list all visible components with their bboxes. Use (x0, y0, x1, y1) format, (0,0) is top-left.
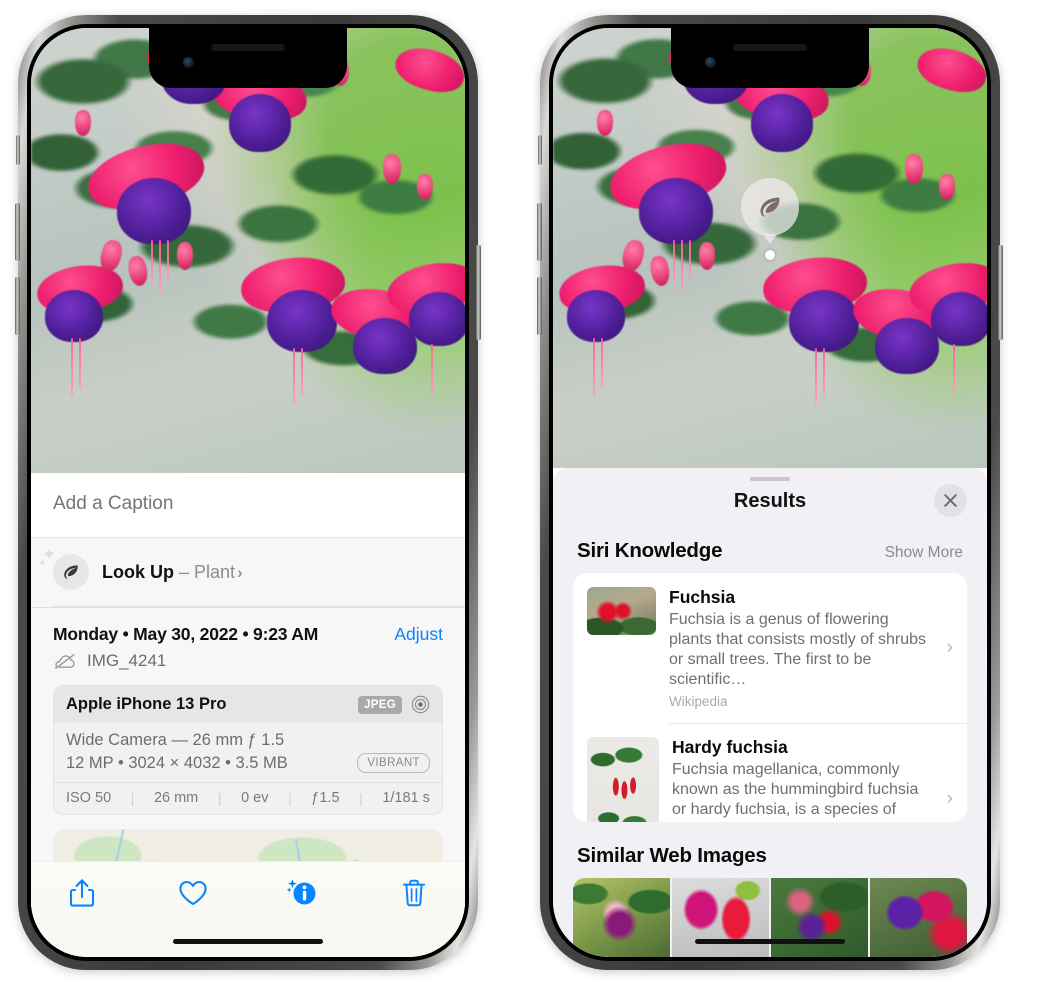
caption-input[interactable] (53, 493, 443, 515)
exif-header: Apple iPhone 13 Pro JPEG (54, 686, 442, 723)
result-source: Wikipedia (669, 694, 728, 710)
exif-separator: | (359, 790, 363, 806)
adjust-button[interactable]: Adjust (394, 624, 443, 645)
power-button[interactable] (476, 245, 481, 340)
exif-stat-aperture: ƒ1.5 (311, 790, 340, 806)
show-more-button[interactable]: Show More (885, 544, 963, 562)
format-badge: JPEG (358, 695, 402, 714)
iphone-left-device: ✦ ✦ Look Up – Plant› Monday • May 30, 20… (15, 15, 481, 970)
result-description: Fuchsia is a genus of flowering plants t… (669, 611, 926, 688)
hdr-circle-icon (411, 695, 430, 714)
exif-stats-row: ISO 50 | 26 mm | 0 ev | ƒ1.5 | 1/181 s (54, 782, 442, 814)
delete-button[interactable] (397, 876, 431, 910)
web-image-thumbnail[interactable] (771, 878, 868, 957)
date-row: Monday • May 30, 2022 • 9:23 AM Adjust (31, 608, 465, 647)
leaf-icon: ✦ ✦ (38, 545, 89, 590)
screenshot-stage: ✦ ✦ Look Up – Plant› Monday • May 30, 20… (0, 0, 1055, 985)
sparkle-small-icon: ✦ (38, 558, 47, 569)
mute-switch[interactable] (16, 135, 20, 165)
photo-date: Monday • May 30, 2022 • 9:23 AM (53, 624, 319, 644)
left-screen: ✦ ✦ Look Up – Plant› Monday • May 30, 20… (31, 28, 465, 957)
file-row: IMG_4241 (31, 647, 465, 685)
result-thumbnail (587, 737, 659, 823)
result-title: Hardy fuchsia (672, 737, 788, 758)
photo-image (553, 28, 987, 468)
mute-switch[interactable] (538, 135, 542, 165)
section-title-similar-web-images: Similar Web Images (577, 844, 767, 868)
look-up-dash: – (174, 561, 195, 582)
notch (671, 28, 869, 88)
caption-row[interactable] (31, 473, 465, 538)
look-up-subject: Plant (194, 561, 236, 582)
iphone-right-device: Results Siri Knowledge Show More Fuchsia… (537, 15, 1003, 970)
exif-body: Wide Camera — 26 mm ƒ 1.5 12 MP • 3024 ×… (54, 723, 442, 782)
sheet-title: Results (733, 490, 807, 513)
photo-viewer[interactable] (31, 28, 465, 473)
home-indicator[interactable] (173, 939, 323, 944)
exif-separator: | (130, 790, 135, 806)
web-image-thumbnail[interactable] (672, 878, 769, 957)
photographic-style-badge: VIBRANT (357, 753, 430, 773)
info-button[interactable] (286, 876, 320, 910)
volume-up-button[interactable] (537, 203, 542, 261)
exif-separator: | (288, 790, 292, 806)
close-icon (944, 494, 957, 507)
close-button[interactable] (934, 484, 967, 518)
list-item[interactable]: Hardy fuchsia Fuchsia magellanica, commo… (573, 723, 967, 823)
volume-down-button[interactable] (537, 277, 542, 335)
resolution-info: 12 MP • 3024 × 4032 • 3.5 MB (66, 753, 288, 772)
result-description: Fuchsia magellanica, commonly known as t… (672, 761, 919, 822)
leaf-icon (760, 197, 780, 217)
similar-web-images-header: Similar Web Images (553, 822, 987, 878)
exif-stat-ev: 0 ev (241, 790, 269, 806)
photo-info-panel: ✦ ✦ Look Up – Plant› Monday • May 30, 20… (31, 473, 465, 957)
device-bezel: ✦ ✦ Look Up – Plant› Monday • May 30, 20… (27, 24, 469, 961)
icloud-slash-icon (55, 653, 75, 669)
result-title: Fuchsia (669, 587, 736, 608)
chevron-right-icon: › (946, 787, 953, 809)
visual-look-up-anchor-dot (765, 250, 775, 260)
siri-knowledge-card: Fuchsia Fuchsia is a genus of flowering … (573, 573, 967, 823)
volume-up-button[interactable] (15, 203, 20, 261)
results-sheet: Results Siri Knowledge Show More Fuchsia… (553, 468, 987, 957)
photo-viewer[interactable] (553, 28, 987, 468)
look-up-label: Look Up (102, 561, 174, 582)
home-indicator[interactable] (695, 939, 845, 944)
result-thumbnail (587, 587, 656, 636)
exif-card: Apple iPhone 13 Pro JPEG Wide Camera — 2… (53, 685, 443, 815)
photo-image (31, 28, 465, 473)
right-screen: Results Siri Knowledge Show More Fuchsia… (553, 28, 987, 957)
similar-web-images-strip[interactable] (573, 878, 967, 957)
front-camera (183, 57, 194, 68)
visual-look-up-leaf-badge[interactable] (741, 178, 799, 244)
earpiece-speaker (211, 44, 285, 51)
camera-device-name: Apple iPhone 13 Pro (66, 695, 227, 713)
web-image-thumbnail[interactable] (870, 878, 967, 957)
front-camera (705, 57, 716, 68)
exif-stat-focal: 26 mm (153, 790, 199, 806)
siri-knowledge-header: Siri Knowledge Show More (553, 517, 987, 573)
favorite-button[interactable] (176, 876, 210, 910)
chevron-right-icon: › (237, 562, 243, 582)
list-item[interactable]: Fuchsia Fuchsia is a genus of flowering … (573, 573, 967, 723)
share-button[interactable] (65, 876, 99, 910)
web-image-thumbnail[interactable] (573, 878, 670, 957)
section-title-siri-knowledge: Siri Knowledge (577, 539, 723, 563)
notch (149, 28, 347, 88)
look-up-label-group: Look Up – Plant › (102, 562, 243, 583)
photo-filename: IMG_4241 (87, 651, 167, 670)
exif-separator: | (217, 790, 222, 806)
sheet-header: Results (553, 481, 987, 518)
look-up-row[interactable]: ✦ ✦ Look Up – Plant › (31, 538, 465, 608)
chevron-right-icon: › (946, 637, 953, 659)
exif-stat-iso: ISO 50 (66, 790, 112, 806)
lens-info: Wide Camera — 26 mm ƒ 1.5 (66, 731, 285, 749)
volume-down-button[interactable] (15, 277, 20, 335)
device-bezel: Results Siri Knowledge Show More Fuchsia… (549, 24, 991, 961)
exif-stat-shutter: 1/181 s (382, 790, 430, 806)
earpiece-speaker (733, 44, 807, 51)
power-button[interactable] (998, 245, 1003, 340)
